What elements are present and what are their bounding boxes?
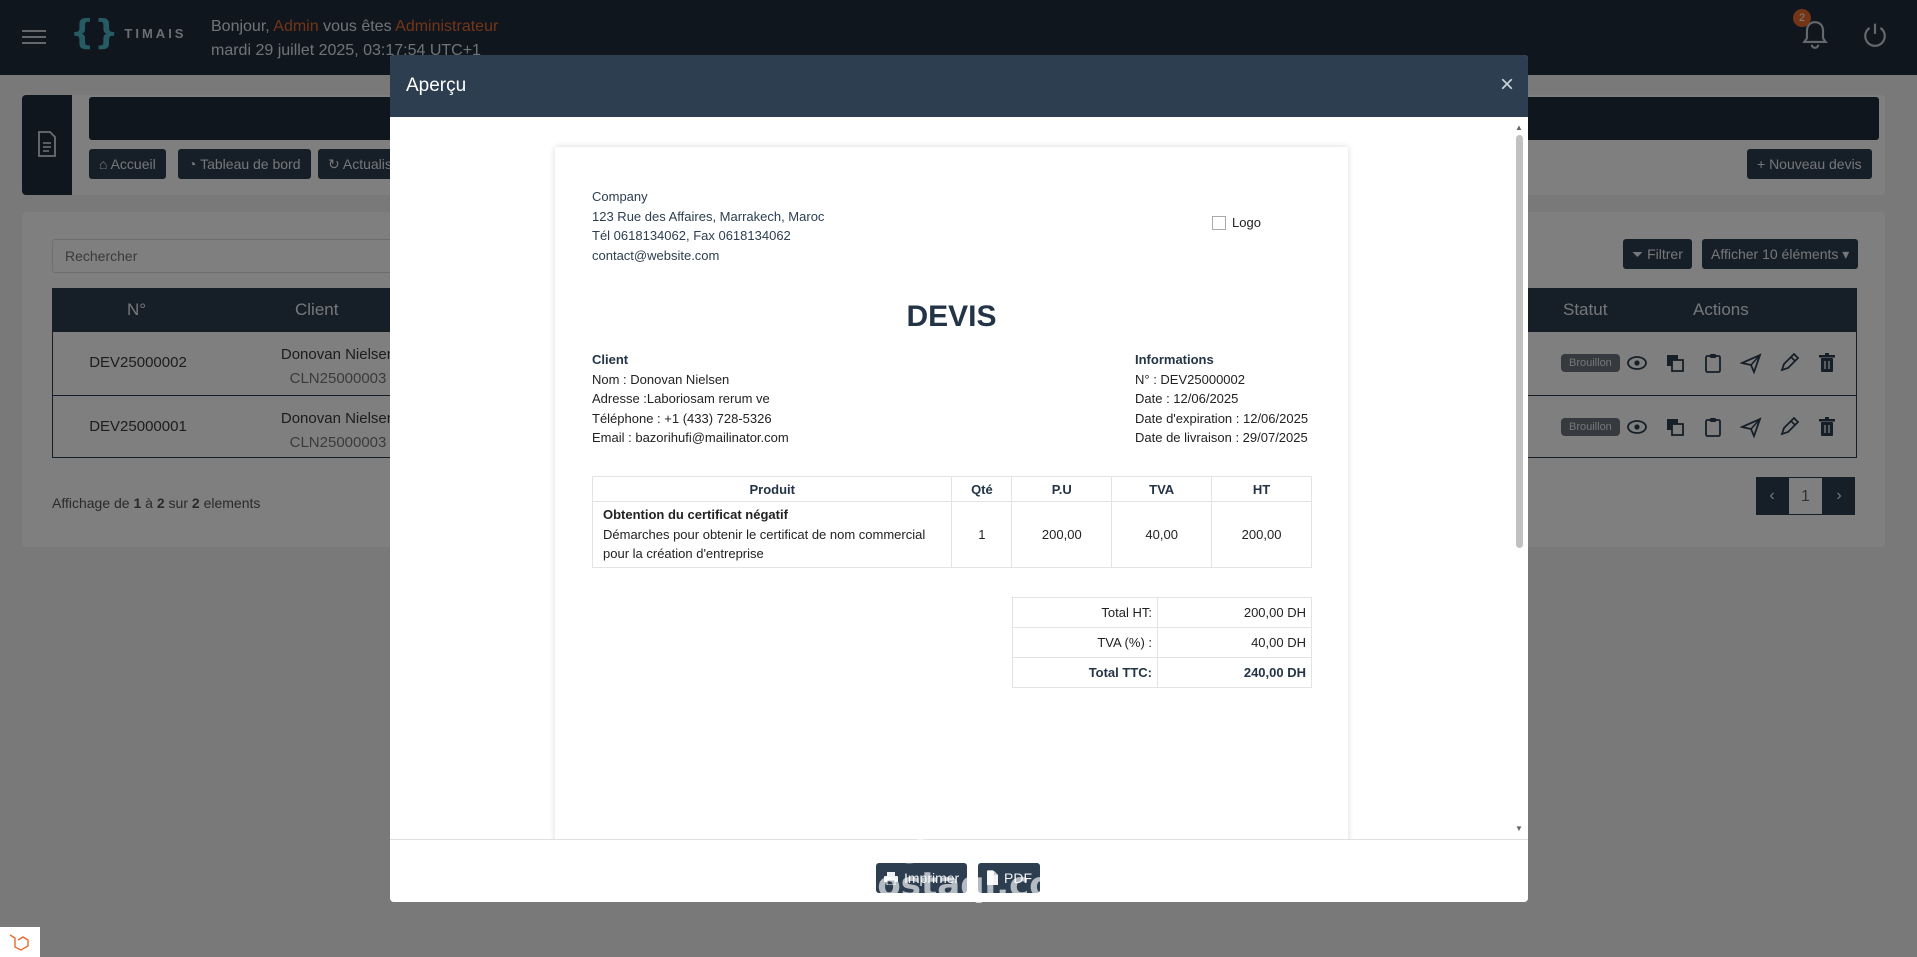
preview-frame[interactable]: Company 123 Rue des Affaires, Marrakech,… <box>390 117 1528 852</box>
quote-info-block: Informations N° : DEV25000002 Date : 12/… <box>1135 350 1308 448</box>
client-line: Adresse :Laboriosam rerum ve <box>592 391 770 406</box>
total-value: 40,00 DH <box>1157 627 1312 658</box>
client-heading: Client <box>592 352 629 367</box>
watermark-arabic: مستقل <box>896 827 1022 867</box>
document-title: DEVIS <box>906 300 997 333</box>
info-line: N° : DEV25000002 <box>1135 371 1245 387</box>
client-info-block: Client Nom : Donovan Nielsen Adresse :La… <box>592 350 789 448</box>
modal-title: Aperçu <box>406 75 467 96</box>
scroll-up-icon[interactable]: ▲ <box>1515 123 1523 132</box>
total-label: Total TTC: <box>1012 657 1158 688</box>
company-email: contact@website.com <box>592 247 720 263</box>
total-value: 200,00 DH <box>1157 597 1312 628</box>
totals-table: Total HT: 200,00 DH TVA (%) :40,00 DH Tot… <box>1012 597 1312 688</box>
total-value: 240,00 DH <box>1157 657 1312 688</box>
watermark-site: mostaql.com <box>842 865 1089 905</box>
corner-widget[interactable] <box>0 927 40 957</box>
product-table-header: Produit Qté P.U TVA HT <box>591 476 1312 502</box>
company-name: Company <box>592 189 648 204</box>
logo-alt-text: Logo <box>1232 215 1261 230</box>
product-tva: 40,00 <box>1111 501 1213 568</box>
total-label: TVA (%) : <box>1012 627 1158 658</box>
product-row: Obtention du certificat négatif Démarches… <box>591 501 1312 568</box>
col-produit: Produit <box>591 476 953 502</box>
client-line: Nom : Donovan Nielsen <box>592 371 730 387</box>
col-ht: HT <box>1211 476 1312 502</box>
scroll-thumb[interactable] <box>1516 135 1523 548</box>
product-pu: 200,00 <box>1011 501 1113 568</box>
col-tva: TVA <box>1111 476 1213 502</box>
product-description: Démarches pour obtenir le certificat de … <box>603 526 926 562</box>
company-block: Company 123 Rue des Affaires, Marrakech,… <box>592 187 824 265</box>
preview-scrollbar[interactable]: ▲ ▼ <box>1514 123 1524 833</box>
product-cell: Obtention du certificat négatif Démarches… <box>591 501 953 568</box>
client-line: Téléphone : +1 (433) 728-5326 <box>592 410 772 426</box>
col-pu: P.U <box>1011 476 1113 502</box>
total-ttc-row: Total TTC: 240,00 DH <box>1012 657 1312 688</box>
broken-image-icon <box>1212 215 1226 230</box>
product-ht: 200,00 <box>1211 501 1312 568</box>
quote-document: Company 123 Rue des Affaires, Marrakech,… <box>555 147 1348 852</box>
preview-modal: Aperçu × Company 123 Rue des Affaires, M… <box>390 55 1528 902</box>
total-ht-row: Total HT: 200,00 DH <box>1012 597 1312 628</box>
watermark: مستقل mostaql.com <box>842 827 1089 905</box>
laravel-icon <box>9 934 29 951</box>
info-line: Date : 12/06/2025 <box>1135 391 1239 406</box>
modal-header: Aperçu × <box>390 55 1528 117</box>
info-line: Date de livraison : 29/07/2025 <box>1135 430 1308 445</box>
company-address: 123 Rue des Affaires, Marrakech, Maroc <box>592 208 825 224</box>
info-heading: Informations <box>1135 352 1214 367</box>
close-icon[interactable]: × <box>1500 73 1514 97</box>
company-phone: Tél 0618134062, Fax 0618134062 <box>592 228 791 243</box>
tva-row: TVA (%) :40,00 DH <box>1012 627 1312 658</box>
product-name: Obtention du certificat négatif <box>603 507 788 522</box>
client-line: Email : bazorihufi@mailinator.com <box>592 430 789 445</box>
scroll-down-icon[interactable]: ▼ <box>1515 824 1523 833</box>
col-qte: Qté <box>951 476 1013 502</box>
total-label: Total HT: <box>1012 597 1158 628</box>
info-line: Date d'expiration : 12/06/2025 <box>1135 410 1309 426</box>
product-qte: 1 <box>951 501 1013 568</box>
product-table: Produit Qté P.U TVA HT Obtention du cert… <box>591 476 1312 568</box>
broken-logo-image: Logo <box>1212 215 1261 230</box>
